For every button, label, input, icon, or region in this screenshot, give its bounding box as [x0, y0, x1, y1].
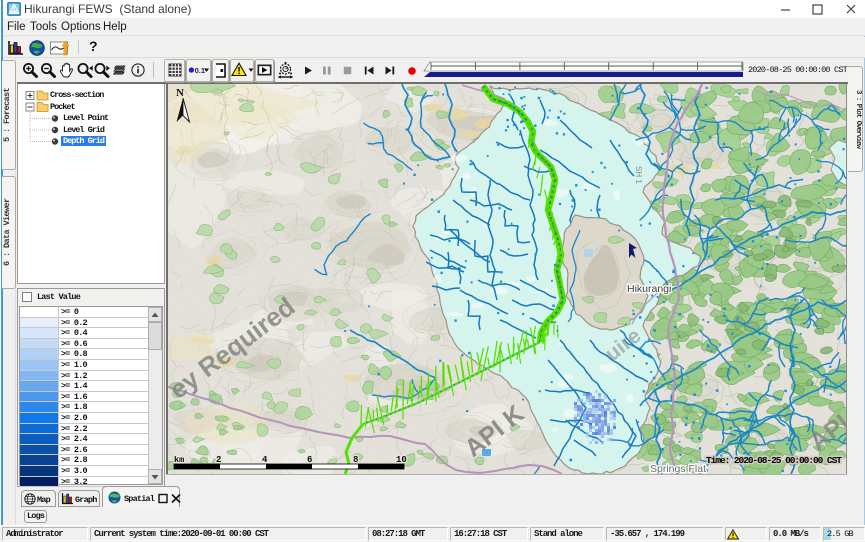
svg-text:2: 2	[216, 455, 221, 465]
svg-text:6: 6	[307, 455, 312, 465]
svg-text:km: km	[174, 455, 184, 465]
svg-text:Time: 2020-08-25 00:00:00 CST: Time: 2020-08-25 00:00:00 CST	[706, 455, 842, 466]
svg-text:8: 8	[353, 455, 358, 465]
svg-text:N: N	[176, 87, 184, 99]
svg-text:10: 10	[396, 455, 407, 465]
svg-text:4: 4	[262, 455, 268, 465]
svg-text:Springs Flat: Springs Flat	[650, 463, 706, 474]
svg-text:Hikurangi: Hikurangi	[627, 283, 671, 295]
svg-text:SH 1: SH 1	[634, 166, 643, 184]
